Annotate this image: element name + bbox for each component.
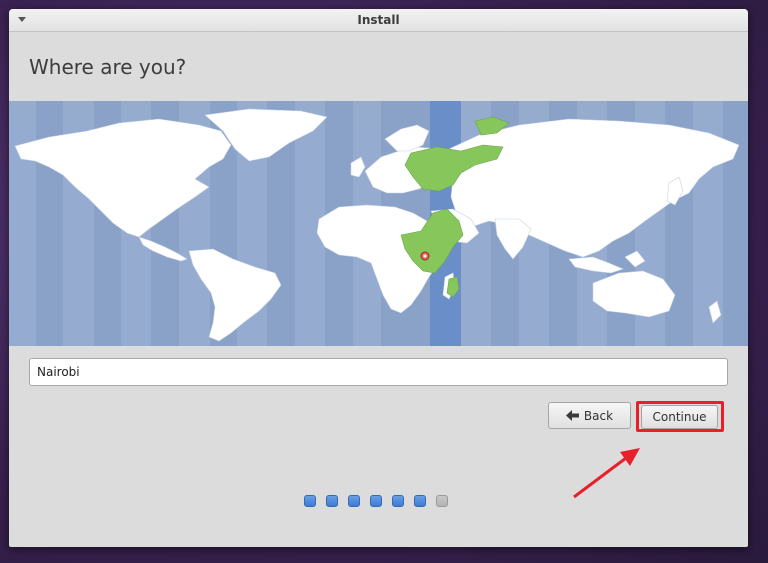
progress-step xyxy=(326,495,338,507)
installer-window: Install Where are you? Nairobi Back Cont… xyxy=(9,9,748,547)
continue-button-label: Continue xyxy=(652,410,707,424)
timezone-map[interactable] xyxy=(9,101,748,346)
progress-step xyxy=(348,495,360,507)
world-map-graphic[interactable] xyxy=(9,101,748,346)
progress-step xyxy=(392,495,404,507)
progress-dots xyxy=(304,495,448,507)
continue-button[interactable]: Continue xyxy=(641,405,718,429)
page-title: Where are you? xyxy=(29,55,187,79)
progress-step xyxy=(304,495,316,507)
arrow-left-icon xyxy=(565,410,579,421)
progress-step xyxy=(370,495,382,507)
progress-step xyxy=(414,495,426,507)
back-button[interactable]: Back xyxy=(548,402,631,429)
progress-step xyxy=(436,495,448,507)
back-button-label: Back xyxy=(583,408,614,423)
title-bar: Install xyxy=(9,9,748,32)
location-pin-icon xyxy=(420,251,430,261)
location-input[interactable] xyxy=(29,358,728,386)
window-title: Install xyxy=(357,13,400,27)
